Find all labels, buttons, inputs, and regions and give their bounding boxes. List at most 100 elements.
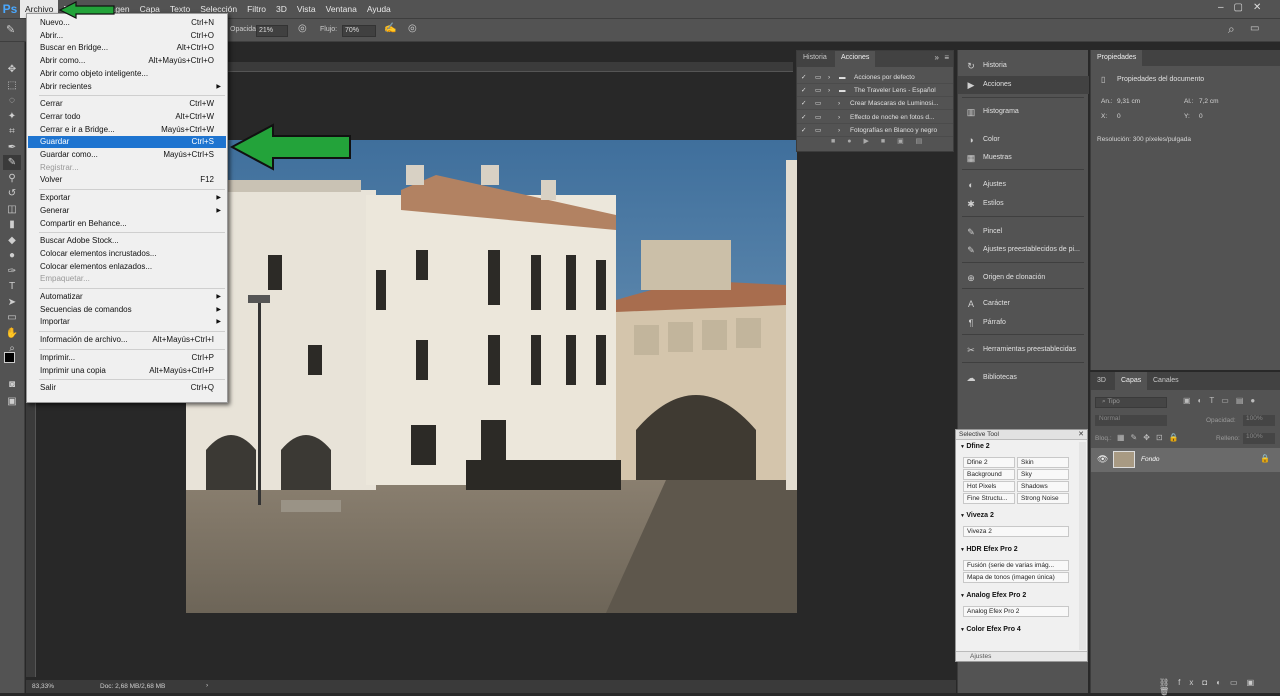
search-icon[interactable]: ⌕	[1228, 22, 1235, 37]
filter-button[interactable]: Strong Noise	[1017, 493, 1069, 504]
action-row[interactable]: ✓ ▭ › ▬ Acciones por defecto	[797, 71, 953, 84]
menu-item-automatizar[interactable]: Automatizar ▶	[28, 291, 226, 303]
menu-item-imprimir[interactable]: Imprimir... Ctrl+P	[28, 352, 226, 364]
tab-propiedades[interactable]: Propiedades	[1091, 50, 1143, 66]
menu-item-generar[interactable]: Generar ▶	[28, 205, 226, 217]
menu-item-abrir-como[interactable]: Abrir como... Alt+Mayús+Ctrl+O	[28, 55, 226, 67]
type-tool-icon[interactable]: T	[3, 279, 21, 294]
menu-item-guardar[interactable]: Guardar Ctrl+S	[28, 136, 226, 149]
path-select-icon[interactable]: ➤	[3, 295, 21, 310]
brush-icon[interactable]: ✎	[6, 23, 15, 36]
height-value[interactable]: 7,2 cm	[1199, 98, 1219, 105]
expand-chevron-icon[interactable]: ›	[828, 84, 830, 97]
layer-filter-icons[interactable]: ▣◐T▭▤●	[1183, 396, 1262, 405]
history-brush-icon[interactable]: ↺	[3, 186, 21, 201]
tab-3d[interactable]: 3D	[1091, 372, 1112, 390]
pressure-opacity-icon[interactable]: ◎	[298, 23, 307, 34]
menu-ayuda[interactable]: Ayuda	[362, 0, 396, 18]
check-icon[interactable]: ✓	[801, 111, 806, 124]
blend-mode-select[interactable]: Normal	[1095, 415, 1167, 426]
dialog-toggle-icon[interactable]: ▭	[815, 111, 821, 124]
section-header[interactable]: ▼ Dfine 2	[960, 443, 990, 450]
gradient-icon[interactable]: ▮	[3, 217, 21, 232]
action-row[interactable]: ✓ ▭ › Crear Mascaras de Luminosi...	[797, 97, 953, 111]
collapse-icon[interactable]: »	[935, 53, 939, 62]
menu-item-guardar-como[interactable]: Guardar como... Mayús+Ctrl+S	[28, 149, 226, 161]
dock-item-historia[interactable]: ↻ Historia	[958, 57, 1089, 75]
filter-button[interactable]: Background	[963, 469, 1015, 480]
filter-button[interactable]: Fine Structu...	[963, 493, 1015, 504]
action-row[interactable]: ✓ ▭ › ▬ The Traveler Lens - Español	[797, 84, 953, 98]
expand-chevron-icon[interactable]: ›	[828, 71, 830, 84]
menu-item-imprimir-una-copia[interactable]: Imprimir una copia Alt+Mayús+Ctrl+P	[28, 365, 226, 377]
menu-item-abrir-recientes[interactable]: Abrir recientes ▶	[28, 81, 226, 93]
dock-item-acciones[interactable]: ▶ Acciones	[958, 76, 1089, 94]
brush-tool-icon[interactable]: ✎	[3, 155, 21, 170]
y-value[interactable]: 0	[1199, 113, 1203, 120]
menu-item-volver[interactable]: Volver F12	[28, 174, 226, 186]
crop-tool-icon[interactable]: ⌗	[3, 124, 21, 139]
menu-item-salir[interactable]: Salir Ctrl+Q	[28, 382, 226, 394]
workspace-icon[interactable]: ▭	[1250, 23, 1259, 34]
dock-item-bibliotecas[interactable]: ☁ Bibliotecas	[958, 369, 1089, 387]
filter-button[interactable]: Shadows	[1017, 481, 1069, 492]
menu-item-cerrar[interactable]: Cerrar Ctrl+W	[28, 98, 226, 110]
action-row[interactable]: ✓ ▭ › Effecto de noche en fotos d...	[797, 111, 953, 124]
dock-item-color[interactable]: ◑ Color	[958, 131, 1089, 149]
menu-3d[interactable]: 3D	[271, 0, 292, 18]
filter-button[interactable]: Mapa de tonos (imagen única)	[963, 572, 1069, 583]
dock-item-caracter[interactable]: A Carácter	[958, 295, 1089, 313]
fill-input[interactable]: 100%	[1243, 433, 1275, 444]
menu-item-abrir-como-objeto-inteligente[interactable]: Abrir como objeto inteligente...	[28, 68, 226, 80]
pen-tool-icon[interactable]: ✑	[3, 264, 21, 279]
filter-button[interactable]: Viveza 2	[963, 526, 1069, 537]
menu-item-informacion-de-archivo[interactable]: Información de archivo... Alt+Mayús+Ctrl+…	[28, 334, 226, 346]
visibility-eye-icon[interactable]: 👁	[1097, 454, 1108, 465]
stamp-tool-icon[interactable]: ⚲	[3, 171, 21, 186]
layers-footer-icons[interactable]: ⛓fx◘◐▭▣🗑	[1159, 678, 1280, 696]
dock-item-ajustes-preestablecidos-de-pi[interactable]: ✎ Ajustes preestablecidos de pi...	[958, 241, 1089, 259]
check-icon[interactable]: ✓	[801, 84, 806, 97]
dock-item-muestras[interactable]: ▦ Muestras	[958, 149, 1089, 167]
dock-item-ajustes[interactable]: ◐ Ajustes	[958, 176, 1089, 194]
tab-canales[interactable]: Canales	[1147, 372, 1185, 390]
menu-item-compartir-en-behance[interactable]: Compartir en Behance...	[28, 218, 226, 230]
menu-item-buscar-adobe-stock[interactable]: Buscar Adobe Stock...	[28, 235, 226, 247]
tab-acciones[interactable]: Acciones	[835, 51, 876, 67]
tab-historia[interactable]: Historia	[797, 51, 833, 65]
menu-item-exportar[interactable]: Exportar ▶	[28, 192, 226, 204]
dialog-toggle-icon[interactable]: ▭	[815, 71, 821, 84]
filter-button[interactable]: Hot Pixels	[963, 481, 1015, 492]
panel-menu-icon[interactable]: ≡	[944, 53, 949, 62]
close-icon[interactable]: ✕	[1078, 430, 1084, 438]
tab-capas[interactable]: Capas	[1115, 372, 1148, 390]
expand-chevron-icon[interactable]: ›	[838, 97, 840, 110]
selective-scrollbar[interactable]	[1079, 442, 1086, 650]
filter-button[interactable]: Analog Efex Pro 2	[963, 606, 1069, 617]
check-icon[interactable]: ✓	[801, 124, 806, 137]
layer-opacity-input[interactable]: 100%	[1243, 415, 1275, 426]
blur-icon[interactable]: ◆	[3, 233, 21, 248]
dock-item-histograma[interactable]: ▥ Histograma	[958, 103, 1089, 121]
menu-item-cerrar-todo[interactable]: Cerrar todo Alt+Ctrl+W	[28, 111, 226, 123]
menu-item-colocar-elementos-incrustados[interactable]: Colocar elementos incrustados...	[28, 248, 226, 260]
quick-select-icon[interactable]: ✦	[3, 109, 21, 124]
dock-item-parrafo[interactable]: ¶ Párrafo	[958, 314, 1089, 332]
check-icon[interactable]: ✓	[801, 71, 806, 84]
opacity-input[interactable]: 21%	[256, 25, 288, 37]
dialog-toggle-icon[interactable]: ▭	[815, 84, 821, 97]
foreground-color-swatch[interactable]	[4, 352, 15, 363]
status-menu-icon[interactable]: ›	[206, 682, 208, 689]
ajustes-tab[interactable]: Ajustes	[970, 653, 991, 660]
airbrush-icon[interactable]: ✍	[384, 23, 396, 34]
menu-item-importar[interactable]: Importar ▶	[28, 316, 226, 328]
expand-chevron-icon[interactable]: ›	[838, 111, 840, 124]
section-header[interactable]: ▼ Color Efex Pro 4	[960, 626, 1021, 633]
dialog-toggle-icon[interactable]: ▭	[815, 97, 821, 110]
dodge-icon[interactable]: ●	[3, 248, 21, 263]
section-header[interactable]: ▼ Viveza 2	[960, 512, 994, 519]
layer-row-fondo[interactable]: 👁 Fondo 🔒	[1091, 448, 1280, 472]
menu-filtro[interactable]: Filtro	[242, 0, 271, 18]
dock-item-origen-de-clonacion[interactable]: ⊕ Origen de clonación	[958, 269, 1089, 287]
layer-name[interactable]: Fondo	[1141, 456, 1159, 463]
